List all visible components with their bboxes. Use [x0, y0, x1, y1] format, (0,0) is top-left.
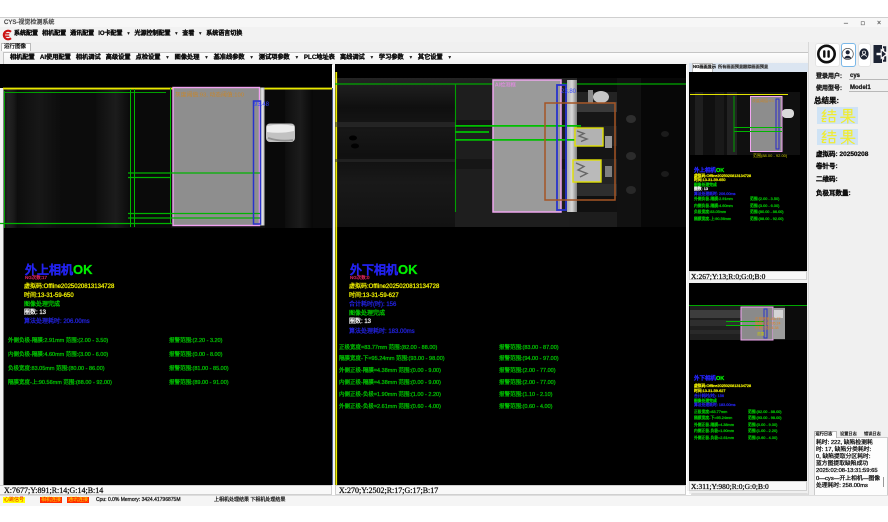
svg-text:灰度阈值:93: 灰度阈值:93 — [752, 97, 774, 103]
svg-text:AI检测框: AI检测框 — [495, 81, 517, 89]
svg-text:正极宽度=83.77: 正极宽度=83.77 — [755, 316, 780, 321]
svg-text:23.80: 23.80 — [561, 89, 577, 95]
svg-text:范围(88.00 - 92.00): 范围(88.00 - 92.00) — [753, 152, 788, 158]
svg-text:范围: 范围 — [757, 331, 765, 336]
svg-text:外侧正极=4.38: 外侧正极=4.38 — [755, 325, 778, 330]
svg-text:93.48: 93.48 — [254, 102, 270, 108]
svg-text:灰度阈值:93, 动态阈值:100: 灰度阈值:93, 动态阈值:100 — [175, 91, 244, 99]
svg-text:隔膜宽度=95.24: 隔膜宽度=95.24 — [755, 321, 780, 326]
